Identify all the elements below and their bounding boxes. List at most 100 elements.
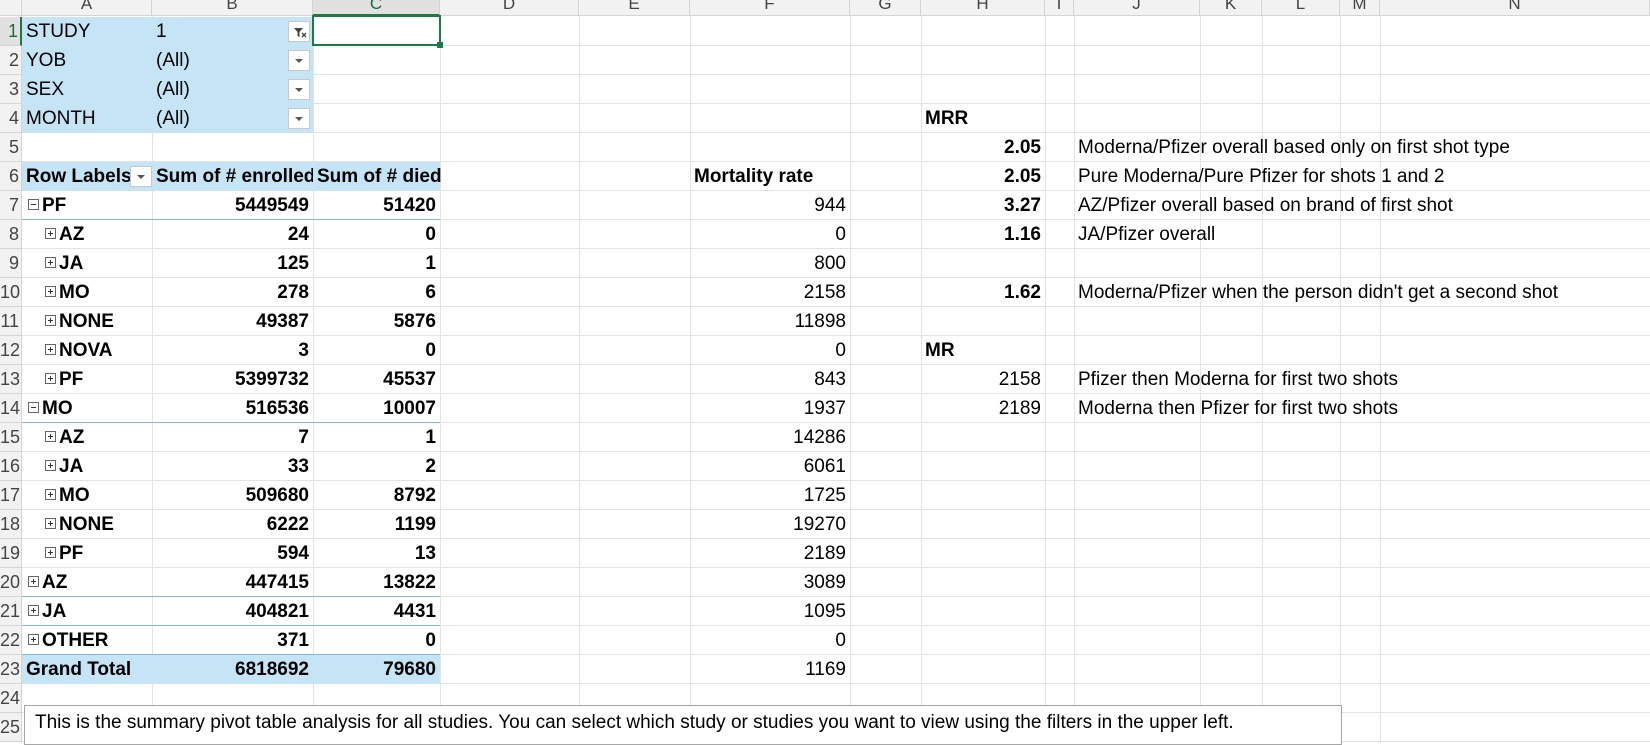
pivot-died-value[interactable]: 0 <box>313 626 440 655</box>
expand-plus-icon[interactable] <box>45 344 56 355</box>
pivot-row-label[interactable]: MO <box>22 278 152 307</box>
row-header-5[interactable]: 5 <box>0 133 22 162</box>
pivot-row-label[interactable]: AZ <box>22 220 152 249</box>
row-header-12[interactable]: 12 <box>0 336 22 365</box>
pivot-enrolled-value[interactable]: 594 <box>152 539 313 568</box>
pivot-died-value[interactable]: 1199 <box>313 510 440 539</box>
pivot-row-label[interactable]: JA <box>22 597 152 626</box>
summary-text-box[interactable]: This is the summary pivot table analysis… <box>24 705 1342 745</box>
pivot-enrolled-value[interactable]: 5449549 <box>152 191 313 220</box>
pivot-row-label[interactable]: OTHER <box>22 626 152 655</box>
row-header-8[interactable]: 8 <box>0 220 22 249</box>
row-header-2[interactable]: 2 <box>0 46 22 75</box>
pivot-row-label[interactable]: NONE <box>22 510 152 539</box>
expand-plus-icon[interactable] <box>45 257 56 268</box>
row-header-25[interactable]: 25 <box>0 713 22 742</box>
expand-plus-icon[interactable] <box>45 286 56 297</box>
pivot-died-value[interactable]: 1 <box>313 249 440 278</box>
filter-dropdown-button[interactable] <box>288 108 310 129</box>
pivot-row-label[interactable]: MO <box>22 481 152 510</box>
mortality-rate-value[interactable]: 1725 <box>690 481 850 510</box>
row-header-4[interactable]: 4 <box>0 104 22 133</box>
mr-value[interactable]: 2158 <box>921 365 1045 394</box>
select-all-corner[interactable] <box>0 0 22 16</box>
row-header-24[interactable]: 24 <box>0 684 22 713</box>
expand-plus-icon[interactable] <box>28 605 39 616</box>
column-header-a[interactable]: A <box>22 0 152 16</box>
column-header-d[interactable]: D <box>440 0 579 16</box>
mortality-rate-value[interactable]: 0 <box>690 626 850 655</box>
expand-plus-icon[interactable] <box>45 547 56 558</box>
mortality-rate-value[interactable]: 1095 <box>690 597 850 626</box>
column-header-n[interactable]: N <box>1380 0 1650 16</box>
mrr-header[interactable]: MRR <box>921 104 1045 133</box>
pivot-enrolled-value[interactable]: 447415 <box>152 568 313 597</box>
row-header-7[interactable]: 7 <box>0 191 22 220</box>
row-header-10[interactable]: 10 <box>0 278 22 307</box>
mortality-rate-value[interactable]: 3089 <box>690 568 850 597</box>
row-header-3[interactable]: 3 <box>0 75 22 104</box>
mrr-value[interactable]: 3.27 <box>921 191 1045 220</box>
fill-handle[interactable] <box>437 42 443 48</box>
mortality-rate-value[interactable]: 14286 <box>690 423 850 452</box>
collapse-minus-icon[interactable] <box>28 199 39 210</box>
mr-note[interactable]: Moderna then Pfizer for first two shots <box>1074 394 1398 423</box>
mortality-rate-value[interactable]: 2189 <box>690 539 850 568</box>
mortality-rate-value[interactable]: 11898 <box>690 307 850 336</box>
row-header-16[interactable]: 16 <box>0 452 22 481</box>
pivot-enrolled-value[interactable]: 24 <box>152 220 313 249</box>
row-header-19[interactable]: 19 <box>0 539 22 568</box>
pivot-enrolled-value[interactable]: 6222 <box>152 510 313 539</box>
collapse-minus-icon[interactable] <box>28 402 39 413</box>
mortality-rate-value[interactable]: 944 <box>690 191 850 220</box>
row-header-15[interactable]: 15 <box>0 423 22 452</box>
column-header-m[interactable]: M <box>1340 0 1380 16</box>
mortality-rate-value[interactable]: 19270 <box>690 510 850 539</box>
row-header-22[interactable]: 22 <box>0 626 22 655</box>
row-header-11[interactable]: 11 <box>0 307 22 336</box>
mr-note[interactable]: Pfizer then Moderna for first two shots <box>1074 365 1398 394</box>
mr-value[interactable]: 2189 <box>921 394 1045 423</box>
mortality-rate-value[interactable]: 1937 <box>690 394 850 423</box>
mrr-note[interactable]: JA/Pfizer overall <box>1074 220 1215 249</box>
pivot-enrolled-value[interactable]: 125 <box>152 249 313 278</box>
column-header-i[interactable]: I <box>1045 0 1074 16</box>
pivot-died-value[interactable]: 51420 <box>313 191 440 220</box>
row-labels-dropdown-button[interactable] <box>130 166 152 187</box>
row-header-9[interactable]: 9 <box>0 249 22 278</box>
grand-total-label[interactable]: Grand Total <box>22 655 152 684</box>
active-cell-c1[interactable] <box>312 15 441 46</box>
mrr-value[interactable]: 1.62 <box>921 278 1045 307</box>
pivot-died-value[interactable]: 8792 <box>313 481 440 510</box>
row-header-14[interactable]: 14 <box>0 394 22 423</box>
pivot-enrolled-value[interactable]: 7 <box>152 423 313 452</box>
pivot-row-label[interactable]: AZ <box>22 423 152 452</box>
column-header-g[interactable]: G <box>850 0 921 16</box>
spreadsheet-grid[interactable]: A B C D E F G H I J K L M N 1 2 3 4 5 6 7 8 9 10 11 12 13 14 15 16 17 1… <box>0 0 1650 742</box>
pivot-row-label[interactable]: PF <box>22 365 152 394</box>
pivot-enrolled-value[interactable]: 33 <box>152 452 313 481</box>
column-header-c[interactable]: C <box>313 0 440 16</box>
pivot-row-label[interactable]: NONE <box>22 307 152 336</box>
mr-header[interactable]: MR <box>921 336 1045 365</box>
expand-plus-icon[interactable] <box>45 489 56 500</box>
filter-applied-dropdown-button[interactable] <box>288 21 310 42</box>
pivot-enrolled-value[interactable]: 516536 <box>152 394 313 423</box>
mortality-rate-value[interactable]: 0 <box>690 336 850 365</box>
row-header-17[interactable]: 17 <box>0 481 22 510</box>
pivot-enrolled-value[interactable]: 404821 <box>152 597 313 626</box>
column-header-l[interactable]: L <box>1262 0 1340 16</box>
pivot-enrolled-value[interactable]: 278 <box>152 278 313 307</box>
mrr-note[interactable]: AZ/Pfizer overall based on brand of firs… <box>1074 191 1453 220</box>
expand-plus-icon[interactable] <box>45 315 56 326</box>
mrr-value[interactable]: 2.05 <box>921 162 1045 191</box>
pivot-died-value[interactable]: 0 <box>313 220 440 249</box>
pivot-died-value[interactable]: 5876 <box>313 307 440 336</box>
pivot-row-label[interactable]: NOVA <box>22 336 152 365</box>
grand-total-died[interactable]: 79680 <box>313 655 440 684</box>
mrr-value[interactable]: 2.05 <box>921 133 1045 162</box>
row-header-20[interactable]: 20 <box>0 568 22 597</box>
pivot-died-value[interactable]: 6 <box>313 278 440 307</box>
expand-plus-icon[interactable] <box>45 228 56 239</box>
mortality-rate-value[interactable]: 1169 <box>690 655 850 684</box>
